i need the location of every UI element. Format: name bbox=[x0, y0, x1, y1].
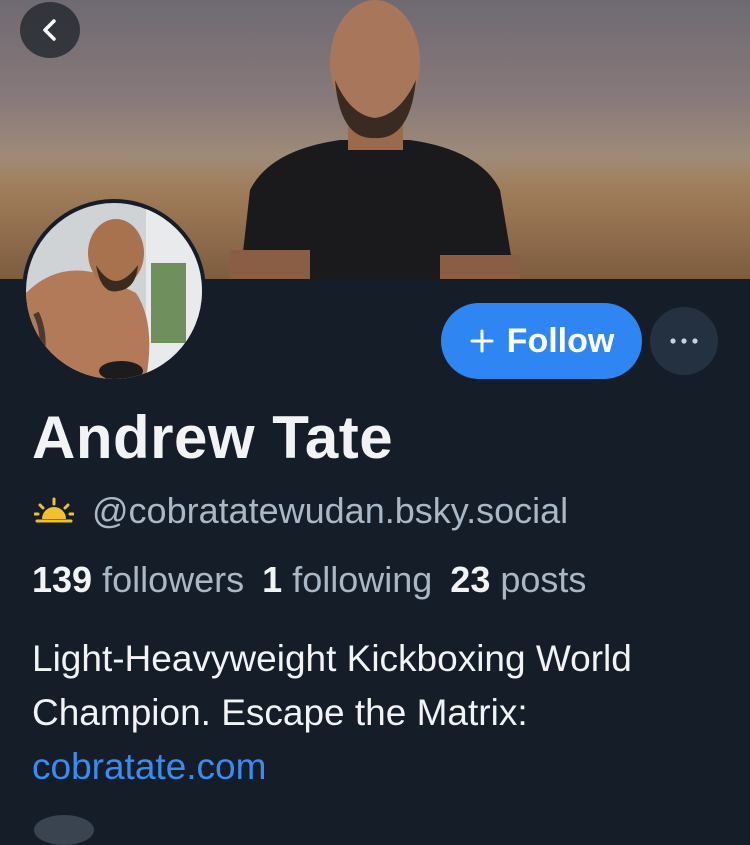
followers-stat[interactable]: 139 followers bbox=[32, 559, 244, 601]
follow-button[interactable]: Follow bbox=[441, 303, 642, 379]
follow-button-label: Follow bbox=[506, 321, 615, 360]
bio-line: Light-Heavyweight Kickboxing World bbox=[32, 638, 632, 679]
plus-icon bbox=[470, 329, 494, 353]
bio-line: Champion. Escape the Matrix: bbox=[32, 692, 528, 733]
back-button[interactable] bbox=[20, 2, 80, 58]
following-stat[interactable]: 1 following bbox=[262, 559, 432, 601]
following-count: 1 bbox=[262, 559, 283, 600]
sunrise-icon bbox=[34, 497, 74, 523]
handle-row: @cobratatewudan.bsky.social bbox=[34, 490, 568, 532]
handle: @cobratatewudan.bsky.social bbox=[92, 490, 569, 531]
bio-link[interactable]: cobratate.com bbox=[32, 740, 732, 794]
following-label: following bbox=[292, 559, 433, 600]
avatar-image bbox=[26, 203, 202, 379]
chevron-left-icon bbox=[43, 19, 56, 41]
posts-count: 23 bbox=[450, 559, 491, 600]
banner-person-image bbox=[230, 0, 520, 279]
ellipsis-icon bbox=[670, 338, 698, 344]
more-options-button[interactable] bbox=[650, 307, 718, 375]
display-name: Andrew Tate bbox=[32, 404, 394, 471]
profile-stats: 139 followers 1 following 23 posts bbox=[32, 559, 586, 601]
posts-stat: 23 posts bbox=[450, 559, 586, 601]
followers-count: 139 bbox=[32, 559, 93, 600]
avatar[interactable] bbox=[22, 199, 206, 383]
profile-bio: Light-Heavyweight Kickboxing World Champ… bbox=[32, 632, 732, 794]
next-item-avatar-peek bbox=[34, 815, 94, 845]
followers-label: followers bbox=[102, 559, 245, 600]
posts-label: posts bbox=[500, 559, 587, 600]
